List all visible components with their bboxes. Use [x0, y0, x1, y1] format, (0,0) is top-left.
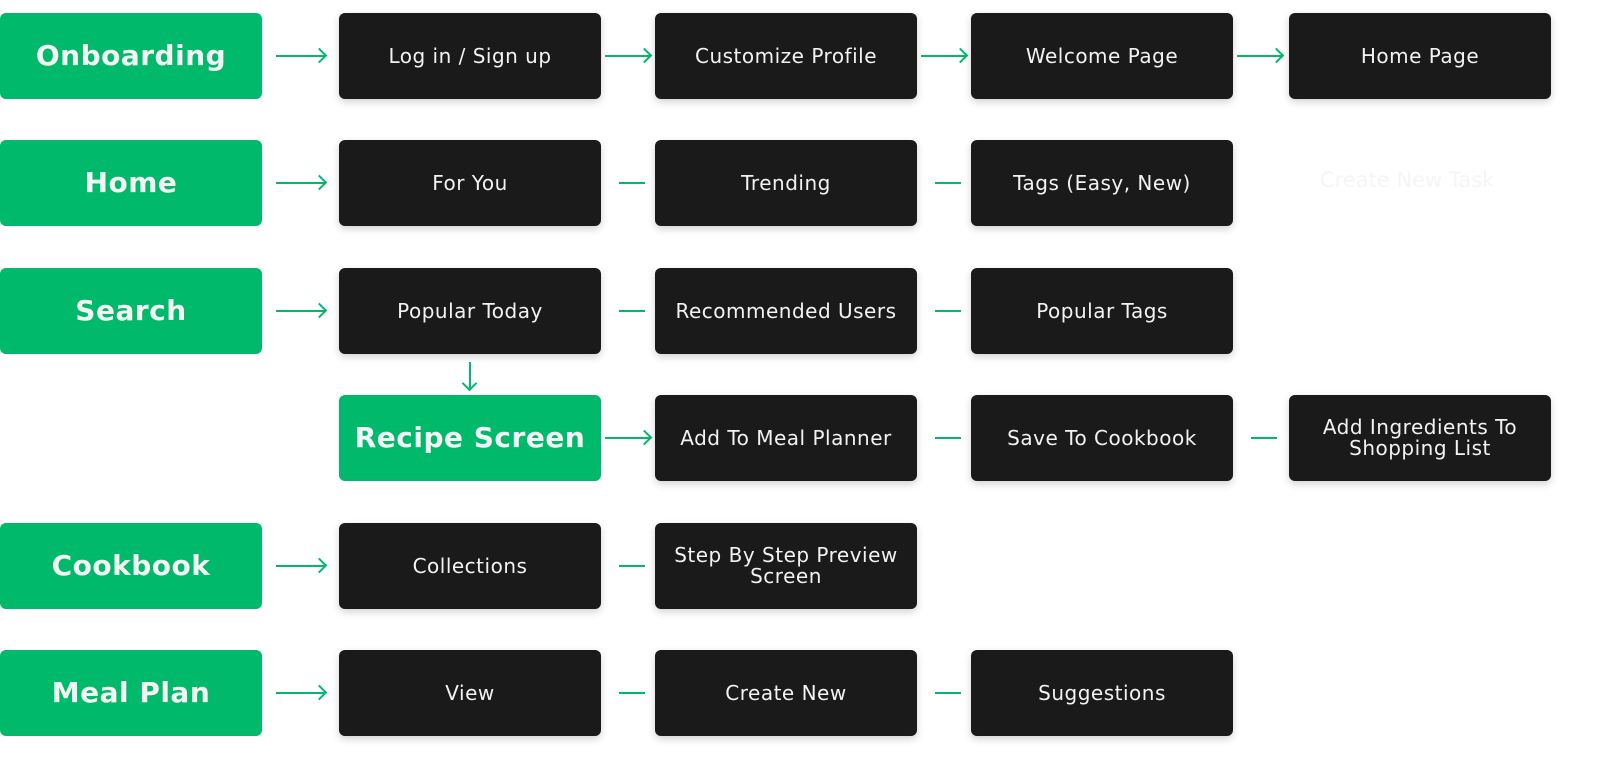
node-create-new[interactable]: Create New [655, 650, 917, 736]
down-arrow-connector [469, 362, 471, 390]
line-connector [935, 692, 961, 694]
section-meal-plan[interactable]: Meal Plan [0, 650, 262, 736]
faint-label: Create New Task [1320, 168, 1495, 192]
line-connector [619, 182, 645, 184]
section-onboarding[interactable]: Onboarding [0, 13, 262, 99]
arrow-connector [605, 437, 651, 439]
node-customize-profile[interactable]: Customize Profile [655, 13, 917, 99]
arrow-connector [1237, 55, 1283, 57]
arrow-connector [276, 55, 326, 57]
line-connector [935, 437, 961, 439]
line-connector [619, 565, 645, 567]
node-recommended-users[interactable]: Recommended Users [655, 268, 917, 354]
node-trending[interactable]: Trending [655, 140, 917, 226]
line-connector [935, 182, 961, 184]
node-recipe-screen[interactable]: Recipe Screen [339, 395, 601, 481]
node-popular-today[interactable]: Popular Today [339, 268, 601, 354]
node-add-ingredients-to-shopping-list[interactable]: Add Ingredients To Shopping List [1289, 395, 1551, 481]
line-connector [1251, 437, 1277, 439]
node-tags-easy-new[interactable]: Tags (Easy, New) [971, 140, 1233, 226]
node-add-to-meal-planner[interactable]: Add To Meal Planner [655, 395, 917, 481]
section-home[interactable]: Home [0, 140, 262, 226]
section-search[interactable]: Search [0, 268, 262, 354]
section-cookbook[interactable]: Cookbook [0, 523, 262, 609]
arrow-connector [921, 55, 967, 57]
node-log-in-sign-up[interactable]: Log in / Sign up [339, 13, 601, 99]
arrow-connector [605, 55, 651, 57]
arrow-connector [276, 692, 326, 694]
line-connector [619, 692, 645, 694]
node-view[interactable]: View [339, 650, 601, 736]
arrow-connector [276, 310, 326, 312]
node-welcome-page[interactable]: Welcome Page [971, 13, 1233, 99]
node-for-you[interactable]: For You [339, 140, 601, 226]
node-step-by-step-preview-screen[interactable]: Step By Step Preview Screen [655, 523, 917, 609]
node-collections[interactable]: Collections [339, 523, 601, 609]
arrow-connector [276, 182, 326, 184]
node-home-page[interactable]: Home Page [1289, 13, 1551, 99]
line-connector [935, 310, 961, 312]
line-connector [619, 310, 645, 312]
arrow-connector [276, 565, 326, 567]
node-save-to-cookbook[interactable]: Save To Cookbook [971, 395, 1233, 481]
node-popular-tags[interactable]: Popular Tags [971, 268, 1233, 354]
node-suggestions[interactable]: Suggestions [971, 650, 1233, 736]
